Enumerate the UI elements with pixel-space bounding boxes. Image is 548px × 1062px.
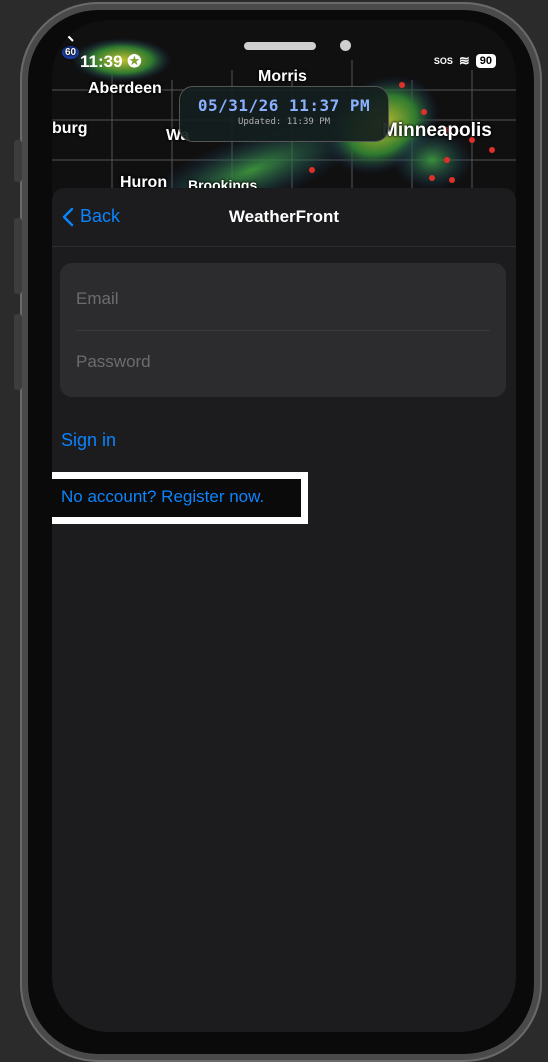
page-title: WeatherFront <box>228 207 340 226</box>
screen: 60 11:39 ✪ SOS ≋ 90 Aberdeen Morris burg… <box>52 20 516 1032</box>
status-right: SOS ≋ 90 <box>434 53 496 69</box>
sos-indicator: SOS <box>433 56 453 66</box>
city-label: burg <box>52 120 88 137</box>
radar-timestamp: 05/31/26 11:37 PM Updated: 11:39 PM <box>179 86 389 142</box>
city-label: Aberdeen <box>88 80 162 97</box>
email-field[interactable] <box>76 279 490 319</box>
field-divider <box>76 330 490 331</box>
radar-time: 05/31/26 11:37 PM <box>197 96 371 115</box>
city-label: Morris <box>258 68 307 85</box>
battery-indicator: 90 <box>475 54 496 68</box>
radar-map[interactable]: 60 11:39 ✪ SOS ≋ 90 Aberdeen Morris burg… <box>52 20 516 195</box>
login-sheet: Back WeatherFront Sign in No account? Re… <box>52 188 516 1032</box>
status-time: 11:39 ✪ <box>80 52 142 71</box>
password-field[interactable] <box>76 342 490 382</box>
register-link[interactable]: No account? Register now. <box>61 487 264 507</box>
speaker-pill <box>244 42 316 50</box>
city-label: Minneapolis <box>382 120 492 141</box>
login-form <box>60 263 506 397</box>
road-badge: 60 <box>62 46 80 59</box>
volume-up-button <box>14 218 22 294</box>
wifi-icon: ≋ <box>458 53 470 68</box>
mute-switch <box>14 140 22 182</box>
zoom-icon[interactable] <box>52 20 76 44</box>
volume-down-button <box>14 314 22 390</box>
navigation-bar: Back WeatherFront <box>52 188 516 247</box>
location-icon: ✪ <box>127 52 142 71</box>
radar-updated: Updated: 11:39 PM <box>237 117 331 127</box>
sign-in-button[interactable]: Sign in <box>61 430 116 451</box>
camera-dot <box>340 40 351 51</box>
